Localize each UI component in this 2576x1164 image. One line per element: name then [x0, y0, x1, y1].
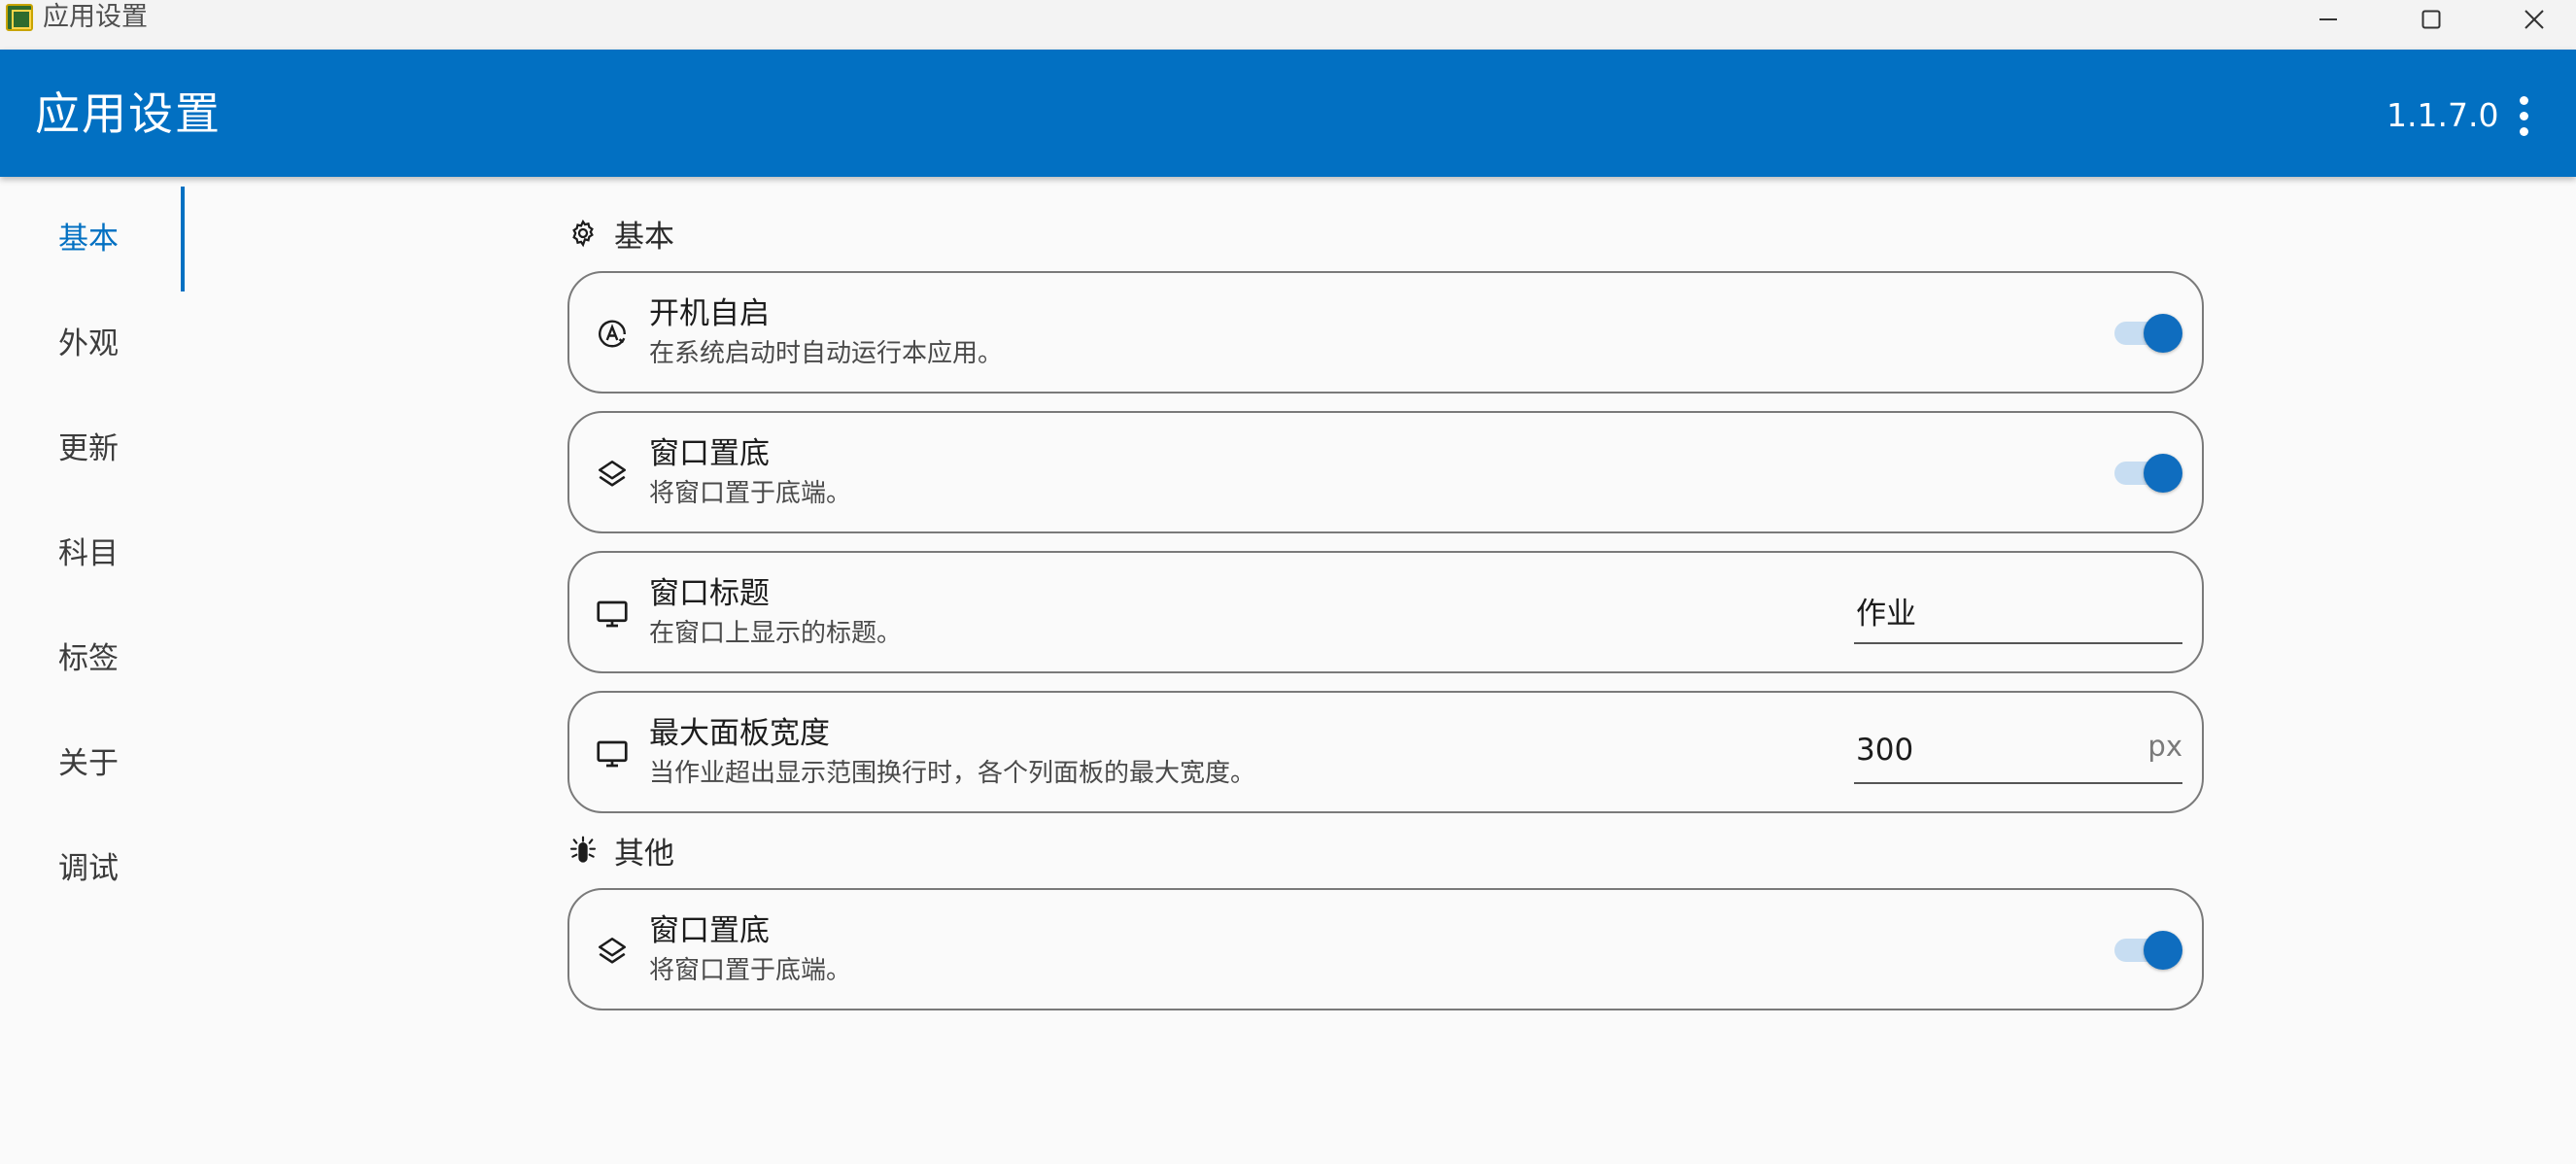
- sidebar-item-label: 基本: [58, 222, 119, 257]
- sidebar-item-tags[interactable]: 标签: [0, 606, 185, 711]
- close-icon: [2524, 10, 2544, 29]
- setting-title: 最大面板宽度: [649, 716, 830, 751]
- maximize-button[interactable]: [2379, 0, 2484, 39]
- max-panel-width-field: px: [1854, 722, 2182, 784]
- setting-subtitle: 在窗口上显示的标题。: [649, 619, 903, 648]
- layers-icon: [595, 457, 630, 492]
- sidebar-item-debug[interactable]: 调试: [0, 816, 185, 921]
- autostart-icon: [595, 317, 630, 352]
- setting-card-window-bottom: 窗口置底 将窗口置于底端。: [567, 411, 2204, 533]
- app-icon: [6, 4, 33, 31]
- setting-card-window-title: 窗口标题 在窗口上显示的标题。: [567, 551, 2204, 673]
- sidebar-item-basic[interactable]: 基本: [0, 187, 185, 291]
- sidebar-item-label: 标签: [58, 641, 119, 676]
- sidebar-item-label: 外观: [58, 326, 119, 361]
- minimize-icon: [2319, 18, 2337, 20]
- minimize-button[interactable]: [2276, 0, 2381, 39]
- section-title: 其他: [614, 836, 674, 872]
- window-title: 应用设置: [43, 2, 148, 32]
- window-bottom-toggle[interactable]: [2112, 454, 2184, 493]
- setting-title: 窗口标题: [649, 576, 770, 611]
- sidebar-item-label: 更新: [58, 431, 119, 466]
- close-button[interactable]: [2482, 0, 2576, 39]
- window-bottom-other-toggle[interactable]: [2112, 931, 2184, 970]
- setting-subtitle: 将窗口置于底端。: [649, 956, 852, 985]
- gear-icon: [567, 218, 599, 249]
- window-titlebar: 应用设置: [0, 0, 2576, 50]
- setting-card-window-bottom-other: 窗口置底 将窗口置于底端。: [567, 888, 2204, 1010]
- sidebar-item-label: 调试: [58, 851, 119, 886]
- setting-subtitle: 在系统启动时自动运行本应用。: [649, 339, 1004, 368]
- sidebar-item-appearance[interactable]: 外观: [0, 291, 185, 396]
- more-vert-icon: [2519, 95, 2528, 105]
- app-bar: 应用设置 1.1.7.0: [0, 50, 2576, 177]
- sidebar-item-subjects[interactable]: 科目: [0, 501, 185, 606]
- version-label: 1.1.7.0: [2387, 96, 2499, 134]
- setting-subtitle: 当作业超出显示范围换行时，各个列面板的最大宽度。: [649, 759, 1256, 788]
- setting-card-max-panel-width: 最大面板宽度 当作业超出显示范围换行时，各个列面板的最大宽度。 px: [567, 691, 2204, 813]
- sidebar-item-label: 科目: [58, 536, 119, 571]
- sidebar-item-label: 关于: [58, 746, 119, 781]
- section-header-other: 其他: [567, 831, 674, 872]
- setting-card-autostart: 开机自启 在系统启动时自动运行本应用。: [567, 271, 2204, 394]
- monitor-icon: [595, 597, 630, 632]
- window-title-field: [1854, 582, 2182, 644]
- autostart-toggle[interactable]: [2112, 314, 2184, 353]
- unit-suffix: px: [2147, 730, 2182, 763]
- more-menu-button[interactable]: [2505, 88, 2542, 143]
- layers-icon: [595, 934, 630, 969]
- sidebar-item-about[interactable]: 关于: [0, 711, 185, 816]
- window-title-input[interactable]: [1856, 586, 2147, 634]
- setting-title: 开机自启: [649, 296, 770, 331]
- setting-title: 窗口置底: [649, 913, 770, 948]
- maximize-icon: [2421, 10, 2441, 29]
- max-panel-width-input[interactable]: [1856, 726, 2147, 774]
- page-title: 应用设置: [35, 87, 222, 140]
- sidebar-item-update[interactable]: 更新: [0, 396, 185, 501]
- setting-subtitle: 将窗口置于底端。: [649, 479, 852, 508]
- section-header-basic: 基本: [567, 214, 674, 255]
- monitor-icon: [595, 736, 630, 771]
- setting-title: 窗口置底: [649, 436, 770, 471]
- section-title: 基本: [614, 219, 674, 255]
- bug-icon: [567, 835, 599, 866]
